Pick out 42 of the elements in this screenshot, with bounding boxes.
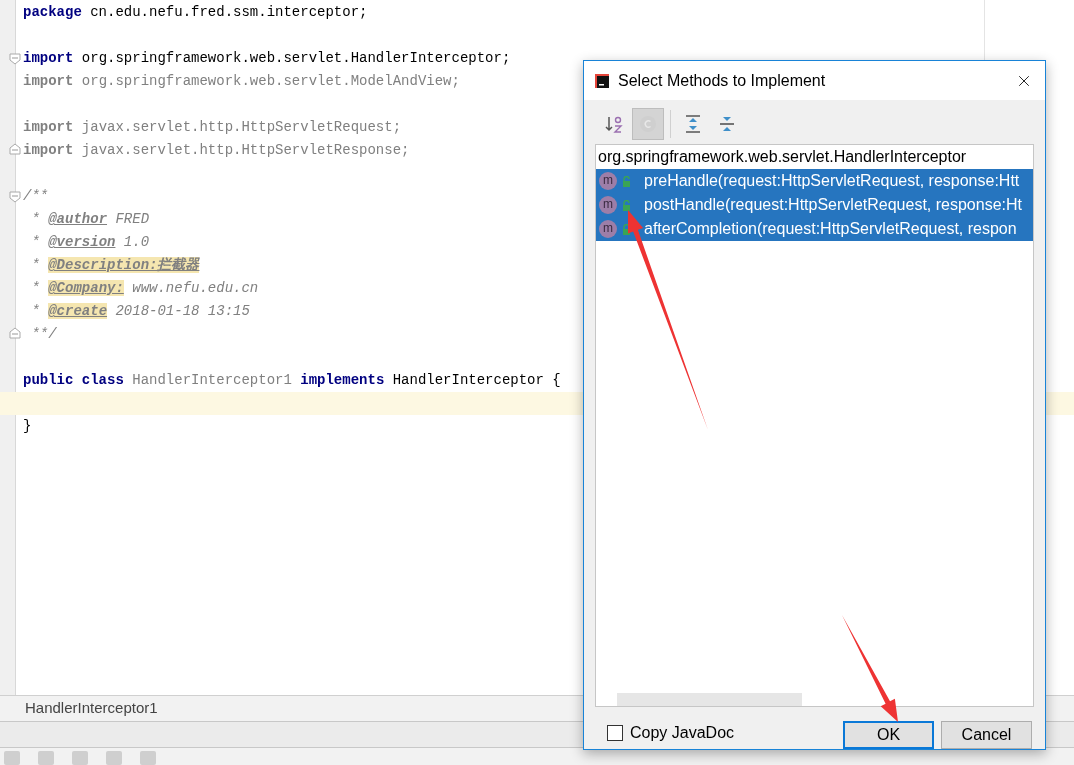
- code-line: }: [23, 418, 32, 434]
- code-line: /**: [23, 188, 49, 204]
- fold-icon[interactable]: [9, 53, 21, 65]
- toolbar-icon[interactable]: [140, 751, 156, 765]
- toolbar-icon[interactable]: [106, 751, 122, 765]
- app-logo-icon: [594, 72, 610, 89]
- checkbox-label[interactable]: Copy JavaDoc: [630, 721, 843, 745]
- method-item[interactable]: m preHandle(request:HttpServletRequest, response:Htt: [596, 169, 1033, 193]
- fold-icon[interactable]: [9, 143, 21, 155]
- lock-icon: [622, 175, 632, 187]
- fold-icon[interactable]: [9, 327, 21, 339]
- code-line: **/: [30, 326, 57, 342]
- code-line: import org.springframework.web.servlet.HandlerInterceptor;: [23, 50, 511, 66]
- interface-name[interactable]: org.springframework.web.servlet.HandlerInterceptor: [596, 145, 1033, 169]
- checkbox[interactable]: [607, 725, 623, 741]
- code-line: package cn.edu.nefu.fred.ssm.interceptor;: [23, 4, 368, 20]
- lock-icon: [622, 199, 632, 211]
- fold-icon[interactable]: [9, 191, 21, 203]
- method-signature: preHandle(request:HttpServletRequest, response:Htt: [644, 171, 1020, 191]
- dialog-title: Select Methods to Implement: [618, 70, 827, 91]
- code-line: * @author FRED: [30, 211, 150, 227]
- code-line: * @create 2018-01-18 13:15: [30, 303, 250, 319]
- breadcrumb[interactable]: HandlerInterceptor1: [25, 697, 158, 720]
- dialog-button[interactable]: Cancel: [941, 721, 1032, 749]
- scrollbar-thumb[interactable]: [617, 693, 802, 706]
- method-signature: afterCompletion(request:HttpServletRequest, respon: [644, 219, 1017, 239]
- code-line: import org.springframework.web.servlet.ModelAndView;: [23, 73, 460, 89]
- toolbar-icon[interactable]: [4, 751, 20, 765]
- code-line: import javax.servlet.http.HttpServletRequest;: [23, 119, 402, 135]
- method-icon: m: [599, 220, 617, 238]
- toolbar-icon[interactable]: [38, 751, 54, 765]
- code-line: * @Company: www.nefu.edu.cn: [30, 280, 259, 296]
- method-item[interactable]: m afterCompletion(request:HttpServletRequest, respon: [596, 217, 1033, 241]
- code-line: import javax.servlet.http.HttpServletResponse;: [23, 142, 410, 158]
- method-icon: m: [599, 196, 617, 214]
- code-line: public class HandlerInterceptor1 implements HandlerInterceptor {: [23, 372, 561, 388]
- method-signature: postHandle(request:HttpServletRequest, response:Ht: [644, 195, 1022, 215]
- toolbar-icon[interactable]: [72, 751, 88, 765]
- dialog-button[interactable]: OK: [843, 721, 934, 749]
- method-item[interactable]: m postHandle(request:HttpServletRequest, response:Ht: [596, 193, 1033, 217]
- method-icon: m: [599, 172, 617, 190]
- code-line: * @version 1.0: [30, 234, 150, 250]
